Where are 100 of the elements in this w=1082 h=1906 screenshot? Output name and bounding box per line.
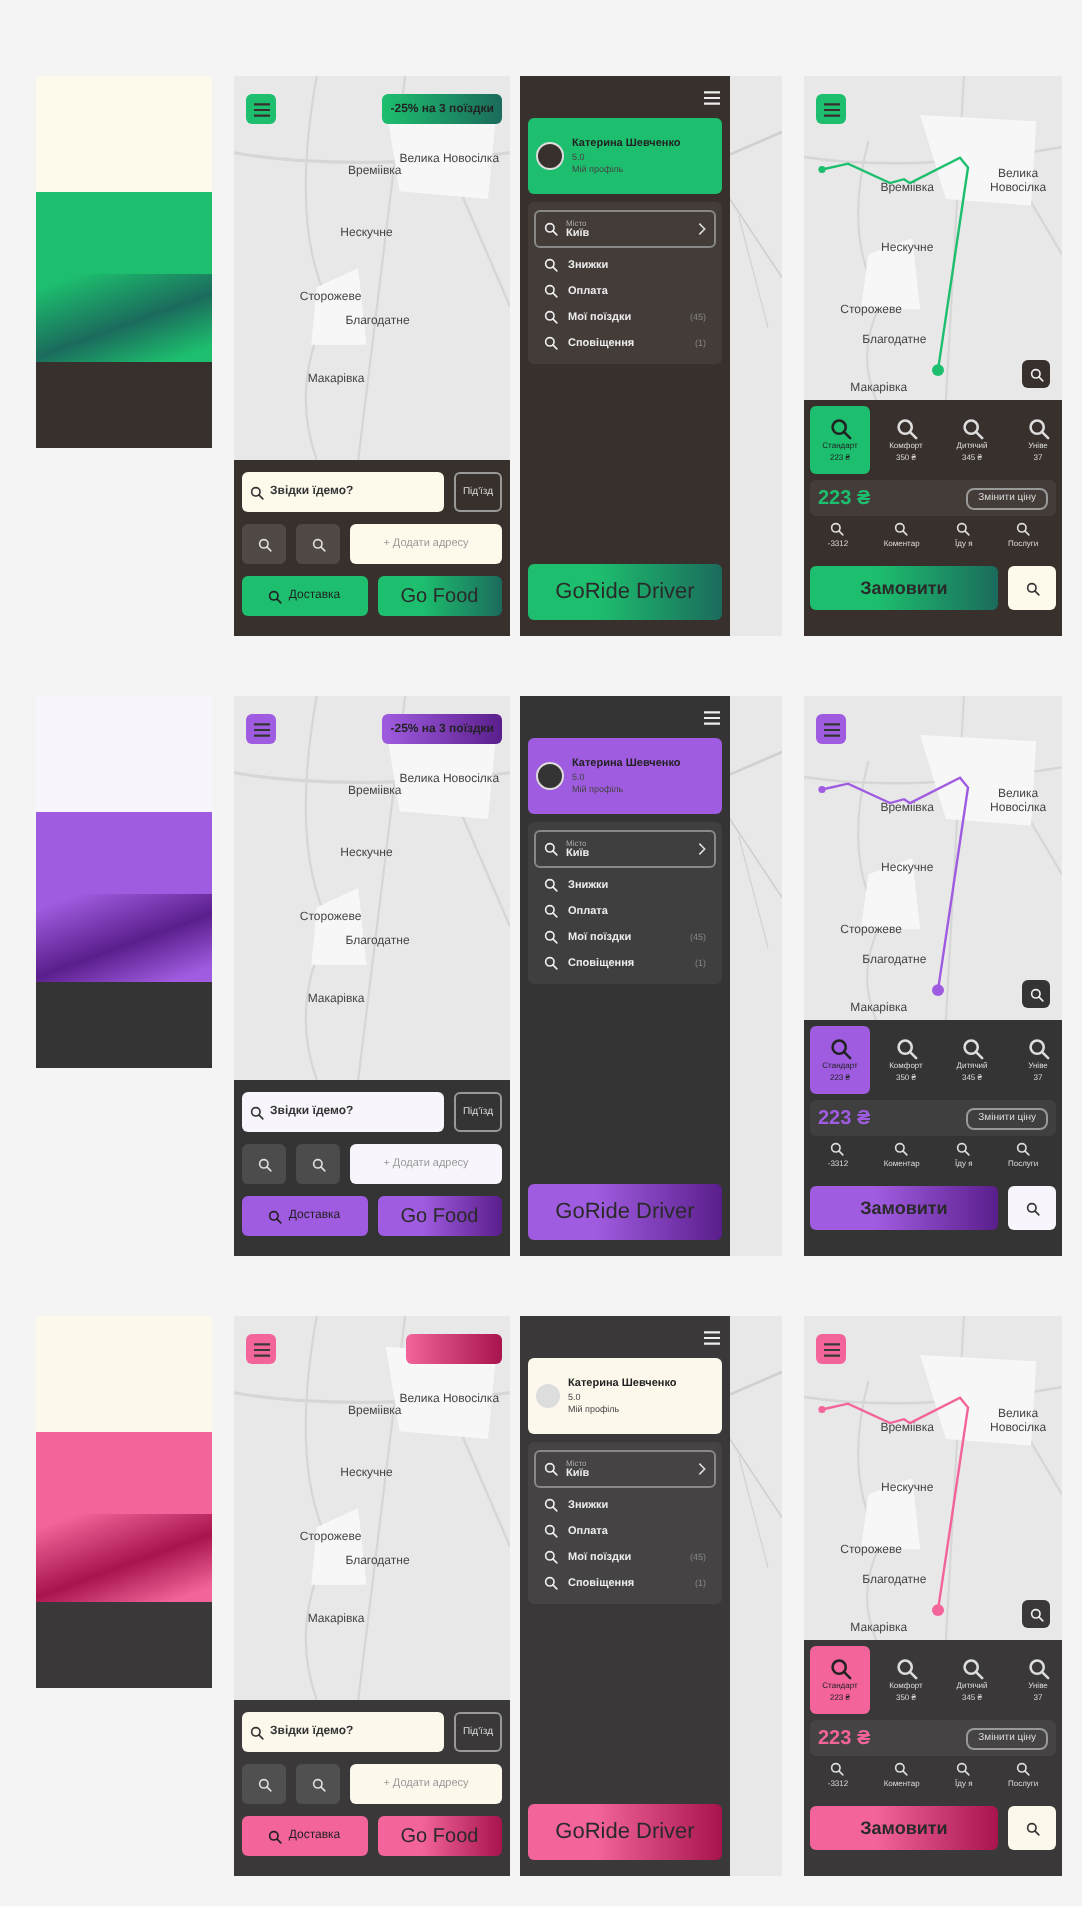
search-icon	[956, 522, 971, 536]
search-icon	[961, 1658, 983, 1681]
search-icon	[250, 485, 264, 499]
driver-button[interactable]: GoRide Driver	[528, 564, 722, 620]
menu-button[interactable]	[816, 1334, 846, 1364]
search-icon	[544, 930, 558, 944]
search-icon	[257, 1777, 271, 1791]
price-text: 223 ₴	[818, 487, 871, 509]
search-button[interactable]	[1008, 566, 1056, 610]
food-button[interactable]: Go Food	[377, 1816, 502, 1856]
search-icon	[311, 537, 325, 551]
search-icon	[1025, 1201, 1039, 1215]
menu-icon	[821, 101, 841, 117]
search-icon	[544, 1462, 558, 1476]
search-icon	[1027, 1038, 1049, 1061]
search-icon	[1025, 1821, 1039, 1835]
search-button[interactable]	[242, 524, 286, 564]
search-button[interactable]	[1022, 360, 1050, 388]
search-icon	[544, 904, 558, 918]
search-icon	[544, 258, 558, 272]
avatar	[536, 762, 564, 790]
menu-button[interactable]	[702, 1330, 722, 1346]
search-icon	[1016, 522, 1031, 536]
search-icon	[1029, 1607, 1043, 1621]
chevron-icon	[698, 222, 706, 236]
search-button[interactable]	[1022, 980, 1050, 1008]
search-icon	[544, 842, 558, 856]
driver-button[interactable]: GoRide Driver	[528, 1804, 722, 1860]
menu-button[interactable]	[246, 1334, 276, 1364]
search-icon	[268, 589, 283, 603]
search-icon	[830, 1762, 845, 1776]
price-text: 223 ₴	[818, 1107, 871, 1129]
search-icon	[311, 1157, 325, 1171]
search-icon	[544, 1550, 558, 1564]
search-icon	[544, 310, 558, 324]
search-button[interactable]	[1008, 1806, 1056, 1850]
chevron-icon	[698, 842, 706, 856]
search-button[interactable]	[1008, 1186, 1056, 1230]
search-icon	[895, 1038, 917, 1061]
search-icon	[829, 1658, 851, 1681]
price-text: 223 ₴	[818, 1727, 871, 1749]
menu-button[interactable]	[246, 714, 276, 744]
order-button[interactable]: Замовити	[810, 1806, 998, 1850]
menu-icon	[251, 101, 271, 117]
search-icon	[961, 418, 983, 441]
menu-button[interactable]	[246, 94, 276, 124]
search-icon	[268, 1829, 283, 1843]
search-icon	[1016, 1762, 1031, 1776]
search-icon	[544, 336, 558, 350]
search-icon	[1025, 581, 1039, 595]
search-icon	[956, 1142, 971, 1156]
search-icon	[1016, 1142, 1031, 1156]
search-button[interactable]	[296, 1144, 340, 1184]
search-icon	[830, 1142, 845, 1156]
menu-icon	[821, 721, 841, 737]
menu-icon	[821, 1341, 841, 1357]
menu-icon	[251, 721, 271, 737]
search-icon	[311, 1777, 325, 1791]
search-icon	[829, 1038, 851, 1061]
search-icon	[894, 1762, 909, 1776]
search-icon	[829, 418, 851, 441]
chevron-icon	[698, 1462, 706, 1476]
avatar	[536, 142, 564, 170]
search-icon	[1029, 987, 1043, 1001]
search-icon	[544, 1498, 558, 1512]
search-icon	[257, 537, 271, 551]
search-icon	[895, 418, 917, 441]
avatar	[536, 1384, 560, 1408]
menu-button[interactable]	[816, 714, 846, 744]
search-icon	[257, 1157, 271, 1171]
order-button[interactable]: Замовити	[810, 566, 998, 610]
search-icon	[544, 878, 558, 892]
search-icon	[250, 1725, 264, 1739]
search-icon	[1027, 1658, 1049, 1681]
search-icon	[544, 956, 558, 970]
search-button[interactable]	[296, 524, 340, 564]
search-icon	[250, 1105, 264, 1119]
menu-icon	[702, 710, 722, 726]
search-icon	[1027, 418, 1049, 441]
search-icon	[544, 284, 558, 298]
search-icon	[544, 1576, 558, 1590]
search-icon	[894, 522, 909, 536]
search-button[interactable]	[242, 1144, 286, 1184]
search-icon	[268, 1209, 283, 1223]
search-icon	[956, 1762, 971, 1776]
menu-icon	[702, 90, 722, 106]
search-icon	[961, 1038, 983, 1061]
search-icon	[895, 1658, 917, 1681]
search-icon	[544, 1524, 558, 1538]
menu-button[interactable]	[702, 90, 722, 106]
food-button[interactable]: Go Food	[377, 576, 502, 616]
search-icon	[1029, 367, 1043, 381]
search-icon	[830, 522, 845, 536]
menu-icon	[702, 1330, 722, 1346]
menu-button[interactable]	[816, 94, 846, 124]
search-icon	[544, 222, 558, 236]
search-button[interactable]	[1022, 1600, 1050, 1628]
menu-button[interactable]	[702, 710, 722, 726]
menu-icon	[251, 1341, 271, 1357]
search-icon	[894, 1142, 909, 1156]
